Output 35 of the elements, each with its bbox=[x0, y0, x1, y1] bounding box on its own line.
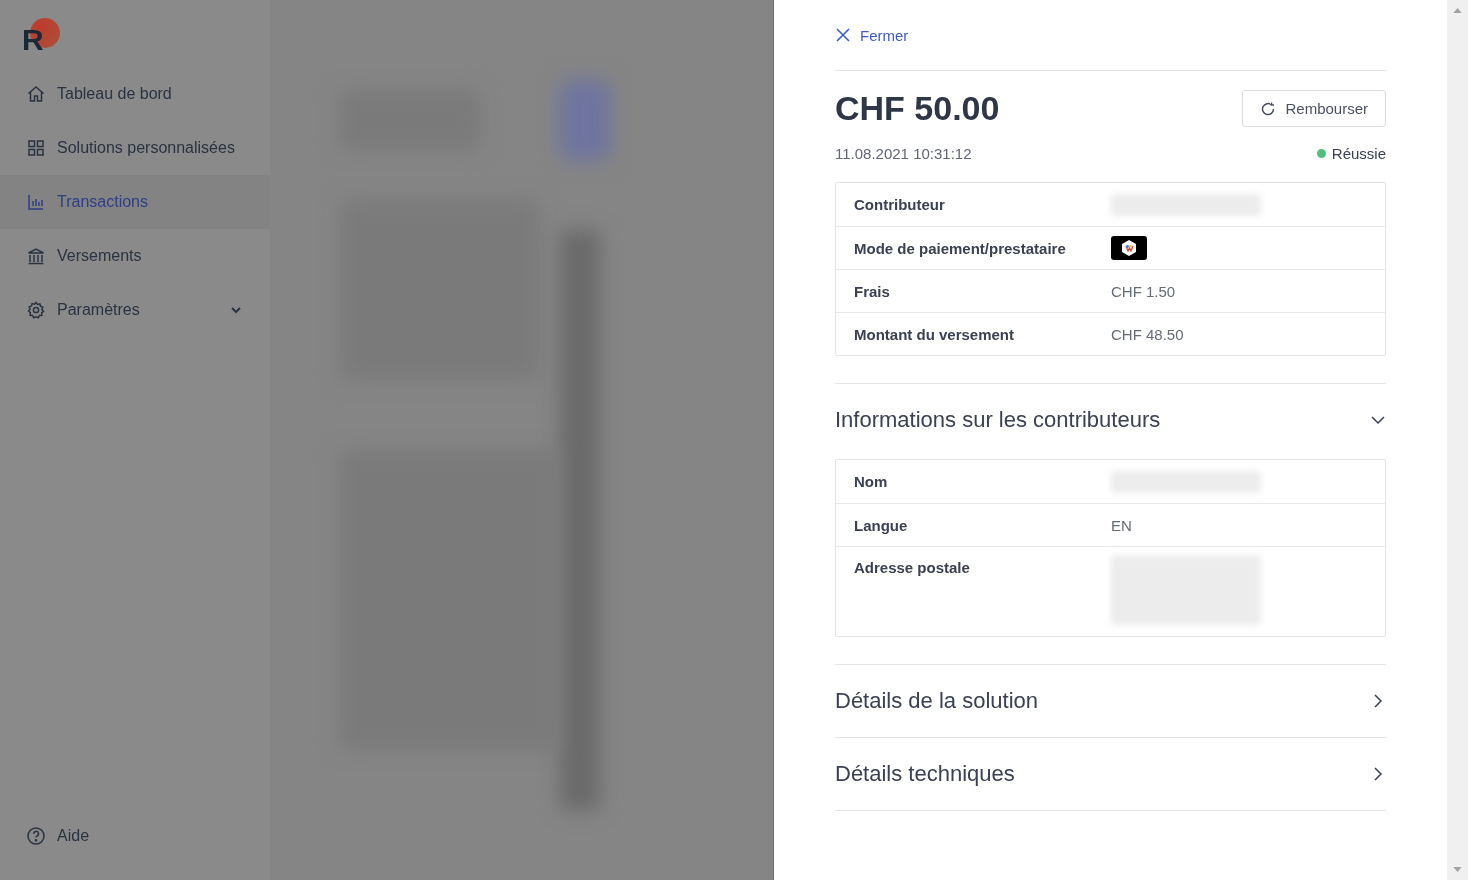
sidebar-item[interactable]: Solutions personnalisées bbox=[0, 121, 270, 175]
row-value: CHF 48.50 bbox=[1111, 325, 1184, 343]
row-label: Adresse postale bbox=[854, 559, 971, 576]
sidebar-item[interactable]: Transactions bbox=[0, 175, 270, 229]
scroll-down-icon[interactable] bbox=[1453, 867, 1462, 872]
row-value: EN bbox=[1111, 516, 1132, 534]
close-icon bbox=[835, 27, 851, 43]
section-header[interactable]: Informations sur les contributeurs bbox=[835, 384, 1386, 456]
row-label: Contributeur bbox=[854, 196, 946, 213]
sidebar-item[interactable]: Tableau de bord bbox=[0, 67, 270, 121]
sidebar-item[interactable]: Versements bbox=[0, 229, 270, 283]
bar-chart-icon bbox=[26, 192, 46, 212]
grid-icon bbox=[26, 138, 46, 158]
amount-title: CHF 50.00 bbox=[835, 89, 1000, 128]
row-label: Nom bbox=[854, 473, 889, 490]
help-icon bbox=[26, 826, 46, 846]
status-label: Réussie bbox=[1331, 145, 1386, 162]
section-header[interactable]: Détails techniques bbox=[835, 738, 1386, 810]
row-value: CHF 1.50 bbox=[1111, 282, 1176, 300]
refund-button[interactable]: Rembourser bbox=[1242, 90, 1386, 127]
sidebar-item[interactable]: Paramètres bbox=[0, 283, 270, 337]
bank-icon bbox=[26, 246, 46, 266]
payment-logo-icon bbox=[1111, 236, 1147, 260]
help-link[interactable]: Aide bbox=[0, 826, 270, 846]
refresh-icon bbox=[1260, 100, 1277, 117]
row-label: Mode de paiement/prestataire bbox=[854, 239, 1067, 257]
row-label: Montant du versement bbox=[854, 325, 1016, 343]
transaction-datetime: 11.08.2021 10:31:12 bbox=[835, 145, 972, 162]
row-label: Langue bbox=[854, 516, 909, 534]
row-label: Frais bbox=[854, 282, 891, 300]
section-header[interactable]: Détails de la solution bbox=[835, 665, 1386, 737]
home-icon bbox=[26, 84, 46, 104]
close-button[interactable]: Fermer bbox=[835, 26, 909, 44]
settings-icon bbox=[26, 300, 46, 320]
scroll-up-icon[interactable] bbox=[1453, 8, 1462, 13]
